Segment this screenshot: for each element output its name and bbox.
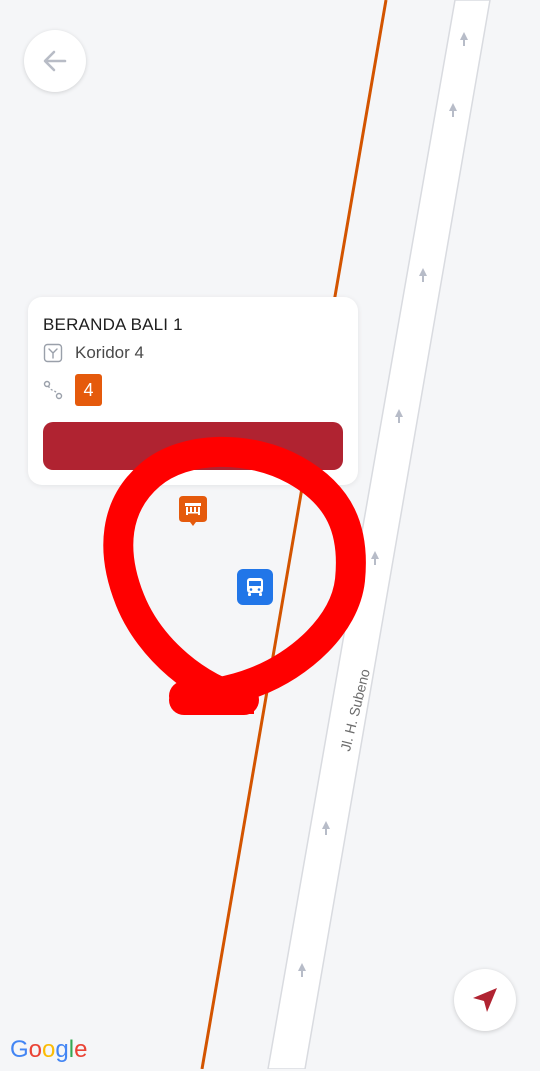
stop-info-card: BERANDA BALI 1 Koridor 4 4 xyxy=(28,297,358,485)
stop-action-button[interactable] xyxy=(43,422,343,470)
svg-text:Google: Google xyxy=(10,1036,87,1063)
map-canvas[interactable] xyxy=(0,0,540,1069)
bus-icon xyxy=(247,578,263,596)
google-logo: Google xyxy=(10,1034,96,1071)
navigation-arrow-icon xyxy=(473,988,497,1012)
route-icon xyxy=(43,380,63,400)
google-logo-wordmark: Google xyxy=(10,1036,87,1063)
arrow-left-icon xyxy=(43,50,67,72)
corridor-icon xyxy=(43,343,63,363)
route-number-badge[interactable]: 4 xyxy=(75,374,102,406)
stop-name: BERANDA BALI 1 xyxy=(43,315,183,334)
bus-marker[interactable] xyxy=(237,569,273,605)
corridor-row: Koridor 4 xyxy=(43,343,144,363)
bus-stop-icon[interactable] xyxy=(179,496,207,526)
route-row: 4 xyxy=(43,374,102,406)
corridor-label: Koridor 4 xyxy=(75,343,144,362)
my-location-button[interactable] xyxy=(454,969,516,1031)
back-button[interactable] xyxy=(24,30,86,92)
